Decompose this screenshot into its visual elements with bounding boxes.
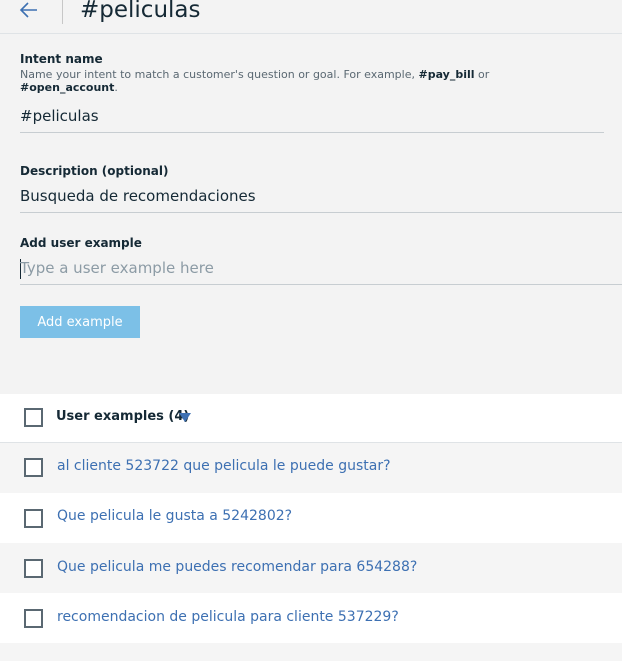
description-label: Description (optional)	[20, 164, 169, 178]
header-divider	[62, 0, 63, 24]
row-checkbox[interactable]	[24, 559, 43, 578]
example-text[interactable]: recomendacion de pelicula para cliente 5…	[57, 609, 399, 625]
user-example-label: Add user example	[20, 236, 142, 250]
page-title: #peliculas	[80, 0, 201, 23]
caret-down-icon[interactable]	[179, 413, 191, 422]
intent-name-label: Intent name	[20, 52, 103, 66]
description-underline	[20, 212, 622, 213]
list-item: Que pelicula me puedes recomendar para 6…	[0, 543, 622, 593]
row-checkbox[interactable]	[24, 509, 43, 528]
examples-header-label[interactable]: User examples (4)	[56, 409, 189, 424]
list-item-partial	[0, 643, 622, 661]
help-example-pay-bill: #pay_bill	[418, 68, 475, 81]
user-example-input[interactable]: Type a user example here	[20, 259, 214, 277]
page-header: #peliculas	[0, 0, 622, 34]
list-item: recomendacion de pelicula para cliente 5…	[0, 593, 622, 643]
row-checkbox[interactable]	[24, 458, 43, 477]
arrow-left-icon	[19, 2, 37, 18]
intent-name-underline	[20, 132, 604, 133]
list-item: al cliente 523722 que pelicula le puede …	[0, 443, 622, 493]
help-text-or: or	[474, 68, 490, 81]
intent-name-input[interactable]: #peliculas	[20, 107, 99, 125]
example-text[interactable]: al cliente 523722 que pelicula le puede …	[57, 458, 391, 474]
example-text[interactable]: Que pelicula le gusta a 5242802?	[57, 508, 292, 524]
row-checkbox[interactable]	[24, 609, 43, 628]
help-example-open-account: #open_account	[20, 81, 115, 94]
list-item: Que pelicula le gusta a 5242802?	[0, 493, 622, 543]
user-example-underline	[20, 284, 622, 285]
examples-header: User examples (4)	[0, 394, 622, 444]
example-text[interactable]: Que pelicula me puedes recomendar para 6…	[57, 559, 417, 575]
add-example-button[interactable]: Add example	[20, 306, 140, 338]
intent-name-help: Name your intent to match a customer's q…	[20, 68, 500, 94]
help-text-end: .	[114, 81, 118, 94]
description-input[interactable]: Busqueda de recomendaciones	[20, 187, 256, 205]
help-text-prefix: Name your intent to match a customer's q…	[20, 68, 419, 81]
back-button[interactable]	[18, 0, 42, 22]
select-all-checkbox[interactable]	[24, 408, 43, 427]
